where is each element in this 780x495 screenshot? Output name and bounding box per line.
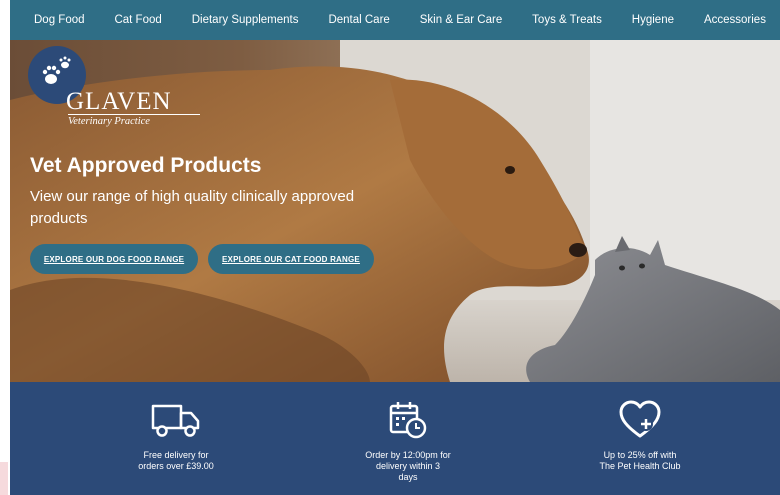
feature-free-delivery: Free delivery for orders over £39.00 — [86, 382, 266, 472]
page: Dog Food Cat Food Dietary Supplements De… — [10, 0, 780, 495]
top-navigation: Dog Food Cat Food Dietary Supplements De… — [10, 0, 780, 40]
feature-line: Order by 12:00pm for — [365, 450, 451, 460]
hero-subtitle: View our range of high quality clinicall… — [30, 188, 355, 227]
heart-plus-icon — [619, 400, 661, 438]
explore-dog-food-button[interactable]: EXPLORE OUR DOG FOOD RANGE — [30, 244, 198, 274]
feature-order-by: Order by 12:00pm for delivery within 3 d… — [318, 382, 498, 483]
calendar-clock-icon — [389, 402, 427, 439]
logo-subtitle: Veterinary Practice — [68, 114, 200, 127]
feature-line: Up to 25% off with — [603, 450, 677, 460]
nav-item-accessories[interactable]: Accessories — [704, 14, 766, 26]
explore-cat-food-button[interactable]: EXPLORE OUR CAT FOOD RANGE — [208, 244, 374, 274]
edge-decoration — [0, 462, 8, 495]
hero-title: Vet Approved Products — [30, 154, 262, 177]
nav-item-hygiene[interactable]: Hygiene — [632, 14, 674, 26]
nav-item-toys-treats[interactable]: Toys & Treats — [532, 14, 602, 26]
hero-banner: GLAVEN Veterinary Practice Vet Approved … — [10, 40, 780, 382]
nav-item-skin-ear-care[interactable]: Skin & Ear Care — [420, 14, 502, 26]
feature-pet-health-club: Up to 25% off with The Pet Health Club — [550, 382, 730, 472]
feature-line: days — [398, 472, 418, 482]
feature-line: orders over £39.00 — [138, 461, 214, 471]
nav-item-dietary-supplements[interactable]: Dietary Supplements — [192, 14, 299, 26]
nav-item-dental-care[interactable]: Dental Care — [328, 14, 389, 26]
logo-name: GLAVEN — [66, 88, 172, 115]
feature-bar: Free delivery for orders over £39.00 Ord… — [10, 382, 780, 495]
delivery-truck-icon — [151, 404, 200, 437]
nav-item-dog-food[interactable]: Dog Food — [34, 14, 85, 26]
brand-logo[interactable]: GLAVEN Veterinary Practice — [28, 46, 208, 127]
feature-line: Free delivery for — [143, 450, 209, 460]
nav-item-cat-food[interactable]: Cat Food — [114, 14, 161, 26]
feature-line: The Pet Health Club — [599, 461, 681, 471]
feature-line: delivery within 3 — [375, 461, 441, 471]
